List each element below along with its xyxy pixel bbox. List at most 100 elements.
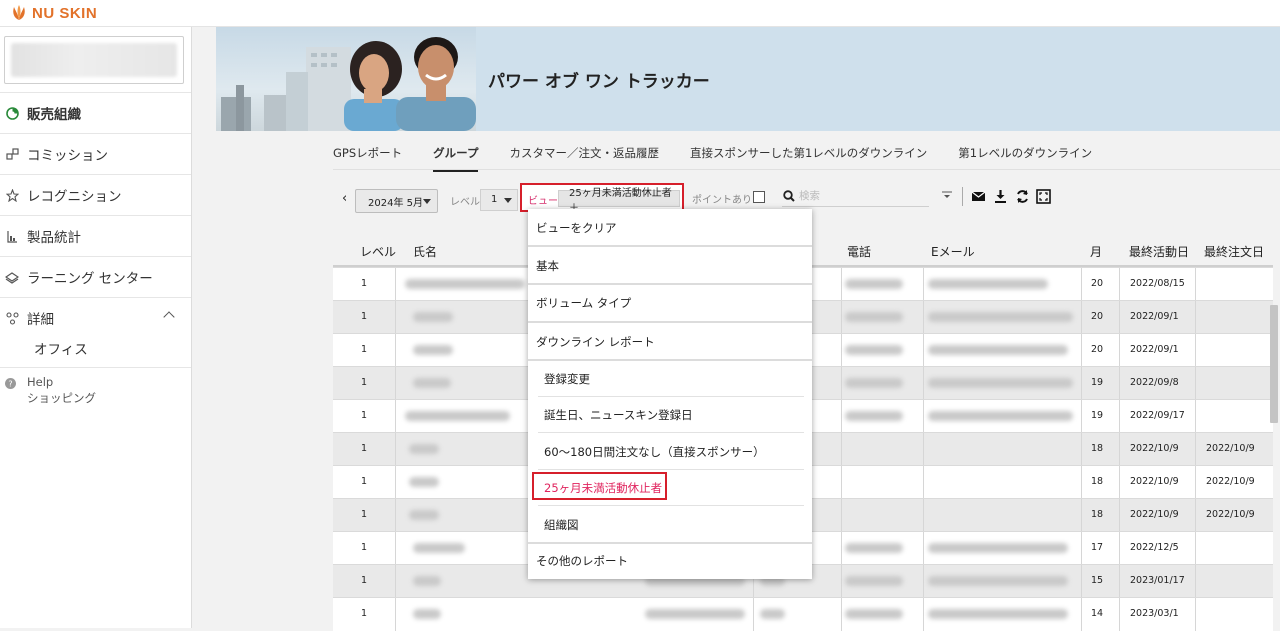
menu-other-reports[interactable]: その他のレポート [536,553,628,569]
cell-level: 1 [361,608,368,619]
redacted-value [845,312,903,322]
sidebar-item-details[interactable]: 詳細 [0,298,191,338]
column-divider [923,367,924,400]
column-divider [395,565,396,598]
redacted-value [760,609,785,619]
redacted-value [845,378,903,388]
month-select[interactable]: 2024年 5月 [355,189,438,213]
column-divider [923,532,924,565]
column-divider [1119,433,1120,466]
menu-divider [538,469,804,470]
column-divider [1119,598,1120,631]
sidebar-item-label: 販売組織 [27,107,81,123]
redacted-value [845,345,903,355]
column-header-last-order[interactable]: 最終注文日 [1204,243,1264,260]
column-divider [1195,301,1196,334]
cell-last-activity: 2022/12/5 [1130,542,1179,553]
tabs-divider [333,169,1280,170]
cell-last-order: 2022/10/9 [1206,443,1255,454]
redacted-value [928,279,1048,289]
column-divider [1195,400,1196,433]
sidebar-divider [0,367,191,368]
cell-level: 1 [361,377,368,388]
tab-group[interactable]: グループ [433,145,479,172]
redacted-value [845,609,903,619]
menu-birthday-registration[interactable]: 誕生日、ニュースキン登録日 [544,407,693,423]
scrollbar[interactable] [1270,305,1278,423]
sidebar-item-sales-org[interactable]: 販売組織 [0,93,191,133]
prev-month-button[interactable]: ‹ [342,191,347,206]
column-divider [1119,268,1120,301]
tab-direct-sponsored-level1[interactable]: 直接スポンサーした第1レベルのダウンライン [690,145,927,172]
view-chip[interactable]: 25ヶ月未満活動休止者 ＋ [558,188,680,214]
column-header-last-activity[interactable]: 最終活動日 [1129,243,1189,260]
sidebar-item-commission[interactable]: コミッション [0,134,191,174]
redacted-value [409,444,439,454]
points-checkbox[interactable] [753,191,765,203]
tab-bar: GPSレポート グループ カスタマー／注文・返品履歴 直接スポンサーした第1レベ… [333,145,1123,172]
search-icon [783,190,795,202]
menu-no-order-60-180[interactable]: 60～180日間注文なし（直接スポンサー） [544,444,765,460]
column-header-email[interactable]: Eメール [931,243,975,260]
cell-last-activity: 2022/08/15 [1130,278,1185,289]
menu-org-chart[interactable]: 組織図 [544,517,579,533]
level-select[interactable]: 1 [480,189,518,211]
menu-clear-view[interactable]: ビューをクリア [536,220,617,236]
column-divider [841,268,842,301]
column-divider [841,466,842,499]
chevron-up-icon[interactable] [163,311,175,323]
cell-level: 1 [361,542,368,553]
column-header-phone[interactable]: 電話 [847,243,871,260]
view-selector[interactable]: ビュー 25ヶ月未満活動休止者 ＋ [520,183,684,214]
column-divider [1081,565,1082,598]
menu-basic[interactable]: 基本 [536,258,559,274]
account-selector[interactable] [4,36,184,84]
commission-icon [5,147,19,161]
sidebar-item-product-stats[interactable]: 製品統計 [0,216,191,256]
redacted-value [928,576,1068,586]
menu-divider [538,396,804,397]
fullscreen-icon[interactable] [1036,189,1051,204]
column-divider [1081,532,1082,565]
column-divider [395,433,396,466]
sidebar-item-learning-center[interactable]: ラーニング センター [0,257,191,297]
menu-registration-change[interactable]: 登録変更 [544,371,590,387]
cell-month: 14 [1091,608,1104,619]
sidebar-item-recognition[interactable]: レコグニション [0,175,191,215]
tab-level1-downline[interactable]: 第1レベルのダウンライン [958,145,1092,172]
download-icon[interactable] [993,189,1008,204]
tab-customer-order-history[interactable]: カスタマー／注文・返品履歴 [509,145,659,172]
sidebar-subitem-office[interactable]: オフィス [34,338,88,358]
nu-skin-logo[interactable]: NU SKIN [10,4,97,22]
filter-icon[interactable] [942,191,952,199]
chevron-down-icon [504,198,512,203]
column-divider [1119,367,1120,400]
sidebar-item-label: ラーニング センター [27,271,153,287]
tab-gps-report[interactable]: GPSレポート [333,145,402,172]
search-input[interactable] [799,187,927,205]
column-divider [395,400,396,433]
column-header-level[interactable]: レベル [360,243,396,260]
help-shopping-link[interactable]: ? Help ショッピング [5,375,96,406]
column-divider [923,334,924,367]
refresh-icon[interactable] [1015,189,1030,204]
column-header-name[interactable]: 氏名 [413,243,437,260]
table-row[interactable]: 1 14 2023/03/1 [333,597,1273,631]
mail-icon[interactable] [971,189,986,204]
redacted-value [928,543,1068,553]
cell-month: 20 [1091,311,1104,322]
menu-downline-report[interactable]: ダウンライン レポート [536,334,655,350]
top-bar: NU SKIN [0,0,1280,27]
month-value: 2024年 5月 [368,197,423,209]
search-box [782,187,929,207]
column-divider [1119,565,1120,598]
column-divider [1195,268,1196,301]
help-label: Help [27,375,54,389]
menu-inactive-under-25-months[interactable]: 25ヶ月未満活動休止者 [544,480,662,496]
cell-month: 18 [1091,443,1104,454]
column-header-month[interactable]: 月 [1090,243,1102,260]
view-label: ビュー [528,196,558,207]
column-divider [1195,532,1196,565]
cell-last-activity: 2022/09/8 [1130,377,1179,388]
menu-volume-type[interactable]: ボリューム タイプ [536,295,631,311]
